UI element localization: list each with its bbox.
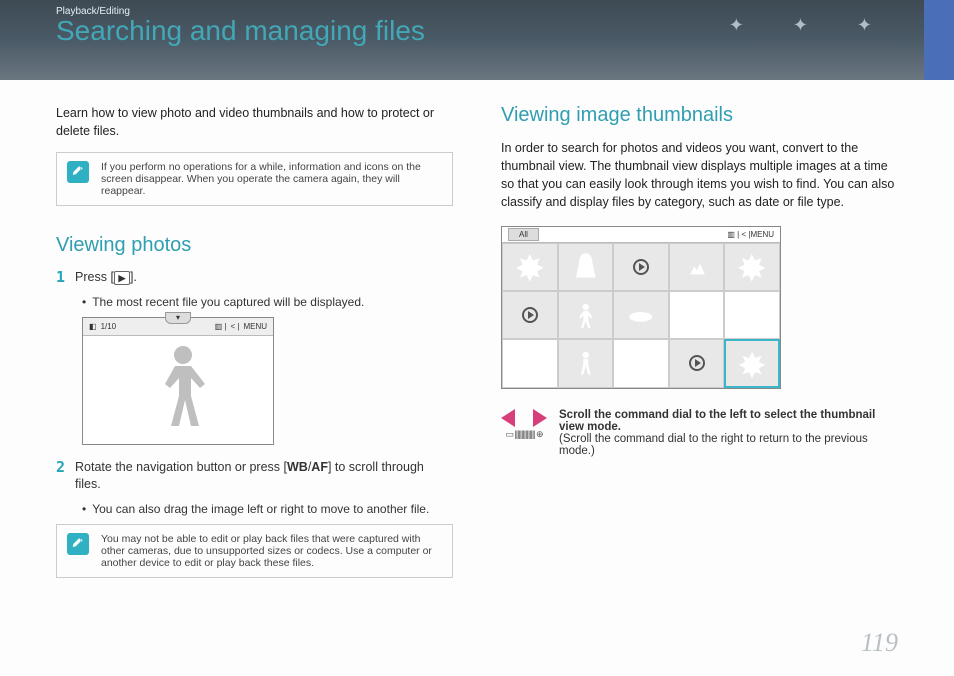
note-text: You may not be able to edit or play back… <box>101 533 442 569</box>
filter-all: All <box>508 228 539 241</box>
arrow-left-icon <box>501 409 515 427</box>
thumb-cell-video <box>502 291 558 339</box>
thumbnail-grid <box>502 243 780 388</box>
note-box-idle: If you perform no operations for a while… <box>56 152 453 206</box>
step-number-2: 2 <box>56 459 65 494</box>
preview-counter: 1/10 <box>101 322 117 331</box>
play-icon <box>522 307 538 323</box>
dial-plain: (Scroll the command dial to the right to… <box>559 433 868 457</box>
playback-icon: ▶ <box>114 271 130 285</box>
step-2: 2 Rotate the navigation button or press … <box>56 459 453 494</box>
thumb-cell-empty <box>724 291 780 339</box>
content-area: Learn how to view photo and video thumbn… <box>0 80 954 606</box>
thumb-cell-video <box>669 339 725 387</box>
thumb-cell <box>613 291 669 339</box>
dial-scale-icon: ▭ ||||||||||||||| ⊕ <box>505 429 542 440</box>
af-icon: AF <box>311 460 328 474</box>
note-icon <box>67 533 89 555</box>
step-2-bullet: • You can also drag the image left or ri… <box>82 502 453 516</box>
arrow-right-icon <box>533 409 547 427</box>
pulldown-tab-icon: ▾ <box>165 312 191 324</box>
page-number: 119 <box>861 628 898 658</box>
note-icon <box>67 161 89 183</box>
thumb-cell-selected <box>724 339 780 387</box>
play-icon <box>689 355 705 371</box>
decorative-sparkles: ✦ ✦ ✦ <box>729 15 894 36</box>
dial-instruction: ▭ ||||||||||||||| ⊕ Scroll the command d… <box>501 409 898 457</box>
thumb-cell-empty <box>669 291 725 339</box>
wb-icon: WB <box>287 460 308 474</box>
dial-graphic: ▭ ||||||||||||||| ⊕ <box>501 409 547 457</box>
thumb-cell <box>502 243 558 291</box>
menu-label: MENU <box>750 230 774 239</box>
thumb-cell <box>558 291 614 339</box>
thumb-cell-empty <box>502 339 558 387</box>
thumbnail-grid-preview: All ▥ | < | MENU <box>501 226 781 389</box>
thumb-cell-empty <box>613 339 669 387</box>
step-number-1: 1 <box>56 269 65 287</box>
intro-text: Learn how to view photo and video thumbn… <box>56 104 453 140</box>
step-1: 1 Press [▶]. <box>56 269 453 287</box>
note-text: If you perform no operations for a while… <box>101 161 442 197</box>
thumb-cell-video <box>613 243 669 291</box>
thumb-cell <box>724 243 780 291</box>
thumb-cell <box>669 243 725 291</box>
dial-bold: Scroll the command dial to the left to s… <box>559 409 875 433</box>
dial-text: Scroll the command dial to the left to s… <box>559 409 898 457</box>
page-header: ✦ ✦ ✦ Playback/Editing Searching and man… <box>0 0 954 80</box>
section-viewing-photos: Viewing photos <box>56 234 453 257</box>
share-icon: < | <box>230 322 239 331</box>
info-icon: ▥ | <box>215 322 227 331</box>
info-icon: ▥ | < | <box>727 230 750 239</box>
photo-preview: ◧ 1/10 ▥ | < | MENU ▾ <box>82 317 274 445</box>
step-1-bullet: • The most recent file you captured will… <box>82 295 453 309</box>
left-column: Learn how to view photo and video thumbn… <box>56 104 453 606</box>
thumb-topbar: All ▥ | < | MENU <box>502 227 780 243</box>
thumb-cell <box>558 243 614 291</box>
thumbnails-intro: In order to search for photos and videos… <box>501 139 898 212</box>
right-column: Viewing image thumbnails In order to sea… <box>501 104 898 606</box>
note-box-codec: You may not be able to edit or play back… <box>56 524 453 578</box>
step-2-body: Rotate the navigation button or press [W… <box>75 459 453 494</box>
menu-label: MENU <box>243 322 267 331</box>
mode-icon: ◧ <box>89 322 97 331</box>
bullet-dot: • <box>82 295 86 309</box>
section-thumbnails: Viewing image thumbnails <box>501 104 898 127</box>
thumb-cell <box>558 339 614 387</box>
step-1-body: Press [▶]. <box>75 269 137 287</box>
person-silhouette-icon <box>153 346 213 446</box>
bullet-dot: • <box>82 502 86 516</box>
play-icon <box>633 259 649 275</box>
